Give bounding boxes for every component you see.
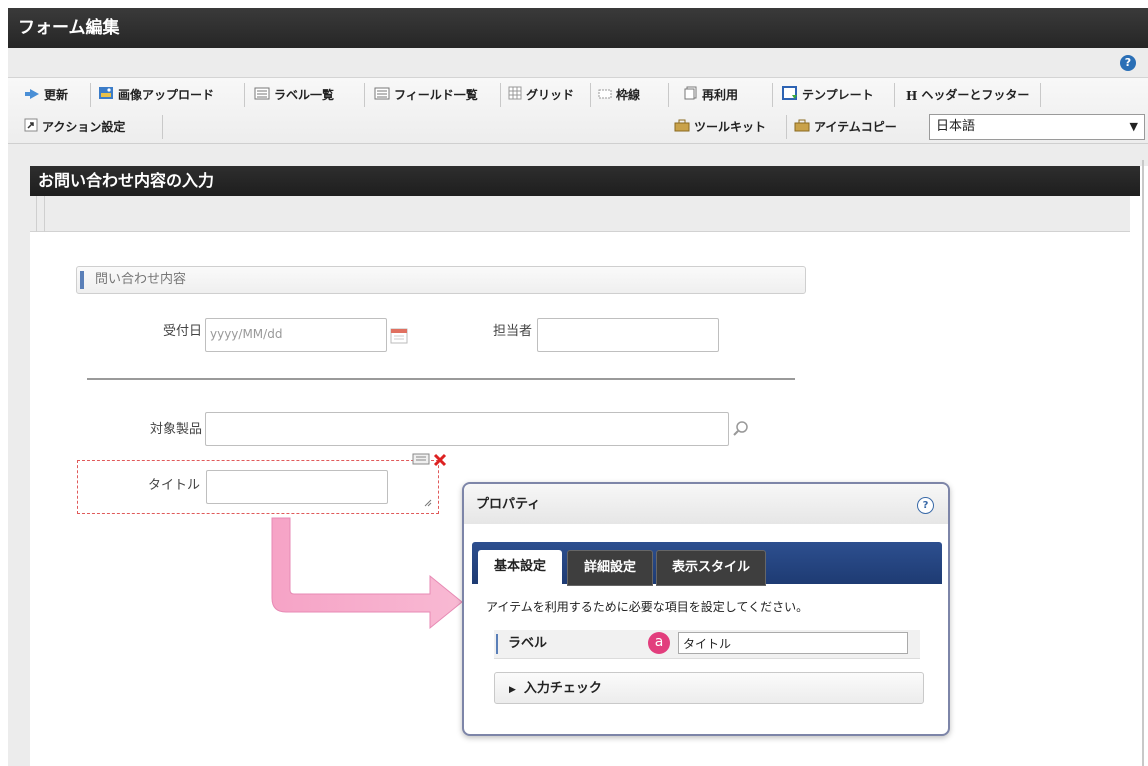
canvas-frame-left <box>8 144 30 766</box>
title-label: タイトル <box>147 478 200 493</box>
template-icon <box>782 81 798 111</box>
label-list-icon <box>254 81 270 111</box>
toolkit-icon <box>674 113 690 143</box>
label-value-input[interactable]: タイトル <box>678 632 908 654</box>
help-bar: ? <box>8 48 1148 78</box>
help-icon[interactable]: ? <box>917 497 934 514</box>
frame-line-label: 枠線 <box>616 88 641 102</box>
tab-detail-settings[interactable]: 詳細設定 <box>567 550 653 586</box>
toolkit-label: ツールキット <box>694 120 767 134</box>
row-accent-bar <box>496 634 498 654</box>
chevron-right-icon: ▶ <box>509 685 516 695</box>
update-button[interactable]: 更新 <box>24 80 68 110</box>
update-label: 更新 <box>44 88 69 102</box>
image-upload-label: 画像アップロード <box>118 88 215 102</box>
tab-display-style[interactable]: 表示スタイル <box>656 550 766 586</box>
image-upload-button[interactable]: 画像アップロード <box>98 80 214 110</box>
property-panel-title: プロパティ <box>464 484 948 524</box>
item-copy-label: アイテムコピー <box>814 120 897 134</box>
property-description: アイテムを利用するために必要な項目を設定してください。 <box>486 600 809 614</box>
annotation-badge: a <box>648 632 670 654</box>
input-check-label: 入力チェック <box>523 681 602 696</box>
update-icon <box>24 81 40 111</box>
assignee-label: 担当者 <box>492 324 532 339</box>
section-divider <box>87 378 795 380</box>
label-list-label: ラベル一覧 <box>274 88 335 102</box>
input-check-accordion[interactable]: ▶ 入力チェック <box>494 672 924 704</box>
flow-arrow-icon <box>271 517 463 630</box>
search-icon[interactable] <box>732 420 750 438</box>
delete-icon[interactable] <box>432 452 448 468</box>
template-button[interactable]: テンプレート <box>782 80 874 110</box>
field-list-button[interactable]: フィールド一覧 <box>374 80 478 110</box>
help-icon[interactable]: ? <box>1120 55 1136 71</box>
received-date-input[interactable]: yyyy/MM/dd <box>205 318 387 352</box>
form-subbar <box>30 196 1130 232</box>
field-list-icon <box>374 81 390 111</box>
section-heading-label: 問い合わせ内容 <box>95 272 187 287</box>
property-panel: プロパティ ? 基本設定 詳細設定 表示スタイル アイテムを利用するために必要な… <box>462 482 950 736</box>
product-input[interactable] <box>205 412 729 446</box>
grid-label: グリッド <box>526 88 575 102</box>
language-value: 日本語 <box>936 119 976 134</box>
frame-line-icon <box>598 81 612 111</box>
resize-handle-icon[interactable] <box>424 496 432 507</box>
language-select[interactable]: 日本語 ▼ <box>929 114 1145 140</box>
header-footer-icon: H <box>906 88 918 103</box>
form-title: お問い合わせ内容の入力 <box>30 166 1140 196</box>
canvas-frame-top <box>8 144 1148 166</box>
grid-button[interactable]: グリッド <box>508 80 574 110</box>
chevron-down-icon: ▼ <box>1129 120 1138 133</box>
toolkit-button[interactable]: ツールキット <box>674 112 766 142</box>
item-copy-icon <box>794 113 810 143</box>
item-copy-button[interactable]: アイテムコピー <box>794 112 897 142</box>
header-footer-button[interactable]: H ヘッダーとフッター <box>906 80 1029 110</box>
section-heading: 問い合わせ内容 <box>76 266 806 294</box>
reuse-button[interactable]: 再利用 <box>684 80 738 110</box>
received-date-label: 受付日 <box>162 324 202 339</box>
property-panel-title-text: プロパティ <box>476 497 541 512</box>
label-setting-name: ラベル <box>508 636 548 651</box>
assignee-input[interactable] <box>537 318 719 352</box>
label-list-button[interactable]: ラベル一覧 <box>254 80 334 110</box>
grid-icon <box>508 81 522 111</box>
frame-line-button[interactable]: 枠線 <box>598 80 640 110</box>
template-label: テンプレート <box>802 88 874 102</box>
reuse-label: 再利用 <box>702 88 739 102</box>
label-setting-row: ラベル a タイトル <box>494 630 920 659</box>
property-tabbar: 基本設定 詳細設定 表示スタイル <box>472 542 942 586</box>
image-upload-icon <box>98 81 114 111</box>
received-date-placeholder: yyyy/MM/dd <box>210 327 283 341</box>
action-icon <box>24 113 38 143</box>
item-properties-icon[interactable] <box>412 452 430 466</box>
action-settings-label: アクション設定 <box>42 120 126 134</box>
section-accent-bar <box>80 271 84 289</box>
calendar-icon[interactable] <box>390 326 408 344</box>
product-label: 対象製品 <box>149 422 202 437</box>
window-title: フォーム編集 <box>8 8 1148 48</box>
reuse-icon <box>684 81 698 111</box>
action-settings-button[interactable]: アクション設定 <box>24 112 125 142</box>
title-input[interactable] <box>206 470 388 504</box>
tab-basic-settings[interactable]: 基本設定 <box>478 550 562 584</box>
field-list-label: フィールド一覧 <box>394 88 478 102</box>
header-footer-label: ヘッダーとフッター <box>921 88 1030 102</box>
scrollbar-track[interactable] <box>1142 160 1144 766</box>
